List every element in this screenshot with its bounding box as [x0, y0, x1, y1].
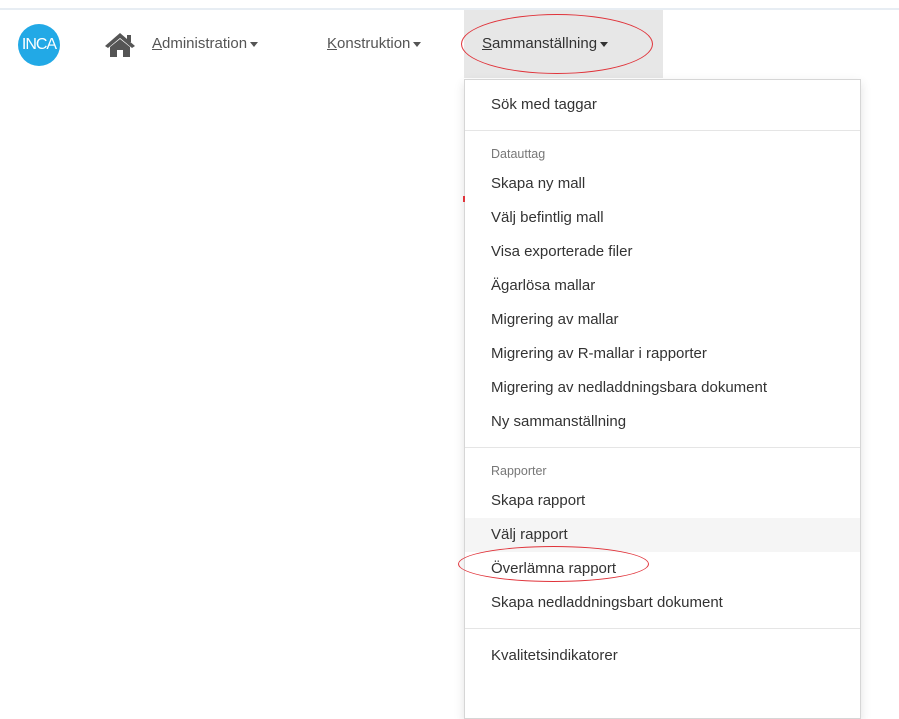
nav-menu-administration[interactable]: Administration — [152, 10, 259, 78]
menu-item-visa-exporterade-filer[interactable]: Visa exporterade filer — [465, 235, 860, 269]
menu-item-valj-rapport[interactable]: Välj rapport — [465, 518, 860, 552]
home-icon[interactable] — [104, 32, 136, 58]
section-header-datauttag: Datauttag — [491, 147, 546, 161]
menu-access-key: S — [482, 35, 493, 52]
menu-item-sok-med-taggar[interactable]: Sök med taggar — [465, 88, 860, 122]
menu-item-migrering-nedladdningsbara[interactable]: Migrering av nedladdningsbara dokument — [465, 371, 860, 405]
divider — [465, 447, 860, 448]
menu-item-ny-sammanstallning[interactable]: Ny sammanställning — [465, 405, 860, 439]
menu-item-migrering-r-mallar[interactable]: Migrering av R-mallar i rapporter — [465, 337, 860, 371]
divider — [465, 130, 860, 131]
menu-item-migrering-av-mallar[interactable]: Migrering av mallar — [465, 303, 860, 337]
menu-access-key: K — [327, 35, 338, 52]
menu-item-agarlosa-mallar[interactable]: Ägarlösa mallar — [465, 269, 860, 303]
menu-access-key: A — [152, 35, 163, 52]
menu-item-overlamna-rapport[interactable]: Överlämna rapport — [465, 552, 860, 586]
nav-menu-konstruktion[interactable]: Konstruktion — [327, 10, 422, 78]
menu-item-skapa-rapport[interactable]: Skapa rapport — [465, 484, 860, 518]
navbar: INCA Administration Konstruktion Sammans… — [0, 10, 899, 78]
menu-label: dministration — [162, 35, 248, 52]
menu-item-kvalitetsindikatorer[interactable]: Kvalitetsindikatorer — [465, 639, 860, 673]
inca-logo[interactable]: INCA — [18, 24, 60, 66]
caret-down-icon — [600, 41, 609, 47]
annotation-mark — [463, 196, 465, 202]
menu-item-skapa-ny-mall[interactable]: Skapa ny mall — [465, 167, 860, 201]
menu-item-skapa-nedladdningsbart-dokument[interactable]: Skapa nedladdningsbart dokument — [465, 586, 860, 620]
section-header-rapporter: Rapporter — [491, 464, 547, 478]
top-border — [0, 0, 899, 10]
divider — [465, 628, 860, 629]
caret-down-icon — [250, 41, 259, 47]
sammanstallning-dropdown: Sök med taggar Datauttag Skapa ny mall V… — [464, 79, 861, 719]
menu-label: onstruktion — [337, 35, 411, 52]
menu-label: ammanställning — [492, 35, 598, 52]
nav-menu-sammanstallning[interactable]: Sammanställning — [464, 10, 663, 78]
menu-item-valj-befintlig-mall[interactable]: Välj befintlig mall — [465, 201, 860, 235]
caret-down-icon — [413, 41, 422, 47]
